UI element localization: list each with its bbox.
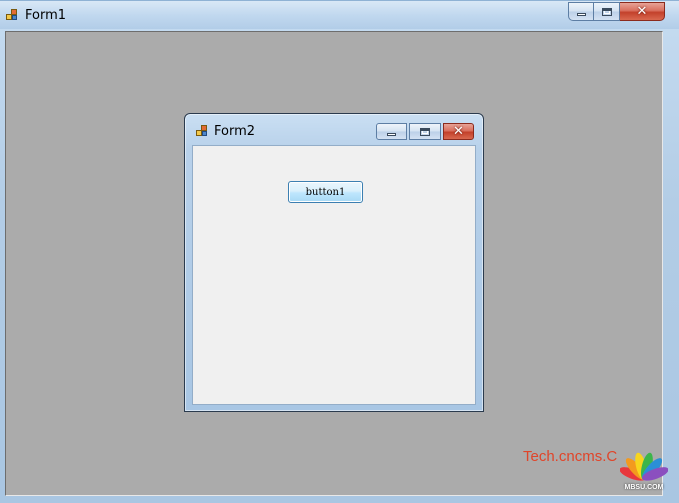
- form2-app-icon[interactable]: [196, 125, 208, 137]
- form2-close-button[interactable]: ✕: [443, 123, 474, 140]
- button1[interactable]: button1: [288, 181, 363, 203]
- form2-window[interactable]: Form2 ✕ button1: [184, 113, 484, 412]
- form1-caption-buttons: ✕: [568, 2, 665, 21]
- form1-title-bar[interactable]: Form1 ✕: [0, 1, 679, 29]
- form2-minimize-button[interactable]: [376, 123, 407, 140]
- watermark-text: Tech.cncms.C: [523, 448, 618, 465]
- minimize-icon: [576, 13, 586, 16]
- maximize-icon: [420, 127, 430, 136]
- form2-title: Form2: [214, 124, 256, 139]
- minimize-icon: [387, 132, 396, 136]
- form1-app-icon[interactable]: [6, 9, 18, 21]
- form1-minimize-button[interactable]: [568, 2, 594, 21]
- form2-caption-buttons: ✕: [376, 123, 474, 140]
- form1-close-button[interactable]: ✕: [620, 2, 665, 21]
- form1-title: Form1: [25, 8, 67, 23]
- maximize-icon: [601, 7, 612, 16]
- form2-client-area: button1: [192, 145, 476, 405]
- form2-maximize-button[interactable]: [409, 123, 441, 140]
- watermark-logo-text: MBSU.COM: [624, 484, 664, 491]
- form1-maximize-button[interactable]: [594, 2, 620, 21]
- close-icon: ✕: [453, 124, 464, 139]
- close-icon: ✕: [636, 4, 648, 19]
